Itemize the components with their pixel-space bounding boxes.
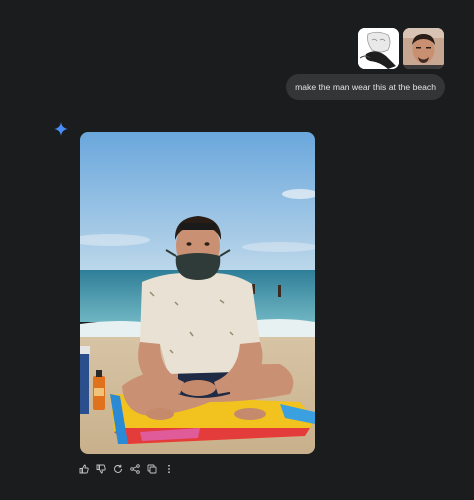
user-message-bubble: make the man wear this at the beach <box>286 74 445 100</box>
response-actions <box>78 462 175 476</box>
sparkle-icon <box>54 122 68 136</box>
generated-image[interactable] <box>80 132 315 454</box>
share-icon[interactable] <box>129 463 141 475</box>
thumbs-down-icon[interactable] <box>95 463 107 475</box>
thumbs-up-icon[interactable] <box>78 463 90 475</box>
regenerate-icon[interactable] <box>112 463 124 475</box>
attachment-mask-sketch[interactable] <box>358 28 399 69</box>
man-portrait-image <box>403 28 444 69</box>
more-icon[interactable] <box>163 463 175 475</box>
attachment-man-portrait[interactable] <box>403 28 444 69</box>
copy-icon[interactable] <box>146 463 158 475</box>
beach-man-mask-image <box>80 132 315 454</box>
mask-sketch-image <box>358 28 399 69</box>
